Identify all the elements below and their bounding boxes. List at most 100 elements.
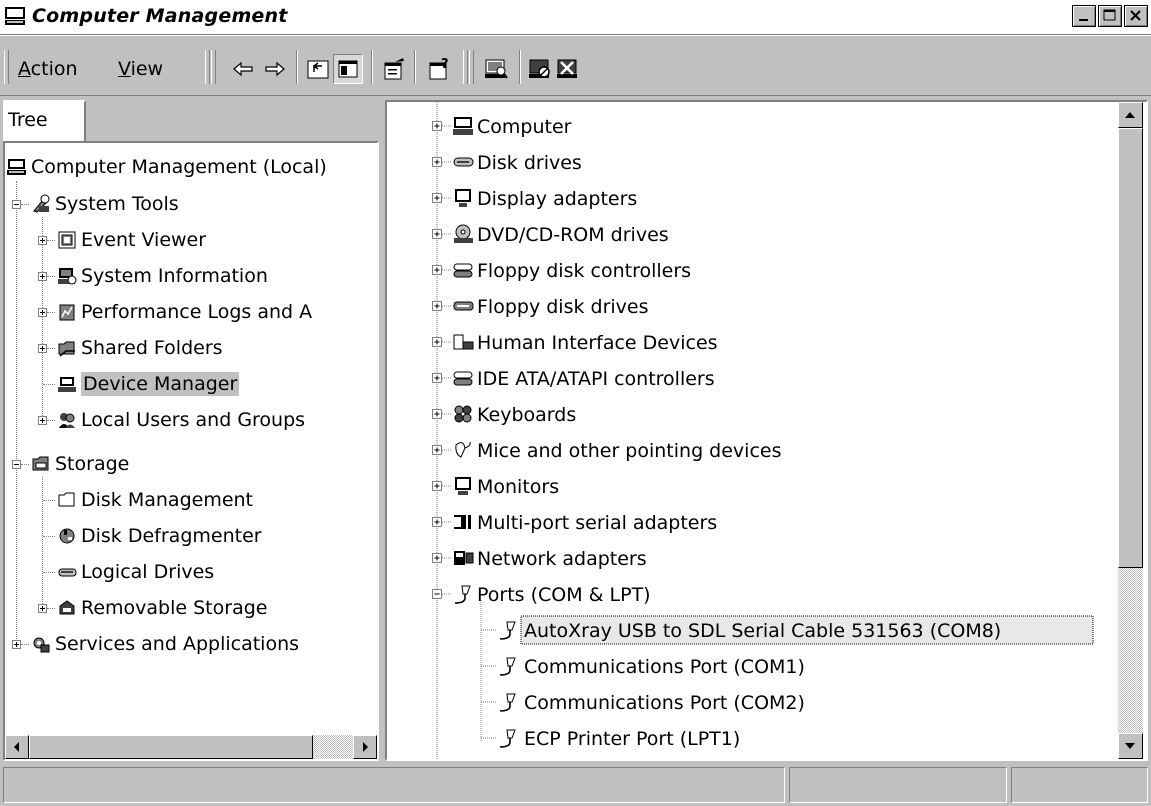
tree-node-label: Disk Defragmenter bbox=[81, 525, 262, 547]
device-row[interactable]: ECP Printer Port (LPT1) bbox=[481, 728, 740, 750]
device-label: DVD/CD-ROM drives bbox=[477, 224, 669, 246]
tree-connector bbox=[21, 204, 29, 206]
tree-horizontal-scrollbar[interactable] bbox=[5, 735, 377, 759]
device-vertical-scrollbar[interactable] bbox=[1118, 102, 1143, 759]
expand-button[interactable] bbox=[38, 272, 47, 281]
computer-icon bbox=[7, 159, 26, 175]
device-label: Communications Port (COM2) bbox=[524, 692, 805, 714]
help-icon[interactable]: ? bbox=[426, 56, 452, 82]
forward-arrow-icon[interactable] bbox=[262, 56, 288, 82]
device-row[interactable]: Display adapters bbox=[432, 188, 638, 210]
horizontal-scroll-thumb[interactable] bbox=[29, 735, 313, 759]
device-label: Disk drives bbox=[477, 152, 582, 174]
tree-pane[interactable]: Computer Management (Local) System Tools… bbox=[3, 141, 379, 761]
disable-device-icon[interactable] bbox=[527, 56, 553, 82]
device-label: Floppy disk drives bbox=[477, 296, 649, 318]
expand-button[interactable] bbox=[38, 344, 47, 353]
uninstall-device-icon[interactable] bbox=[555, 56, 581, 82]
expand-button[interactable] bbox=[38, 236, 47, 245]
tree-connector bbox=[43, 536, 55, 538]
expand-button[interactable] bbox=[38, 604, 47, 613]
device-row[interactable]: Computer bbox=[432, 116, 572, 138]
collapse-button[interactable] bbox=[12, 460, 21, 469]
tree-node-label: Performance Logs and A bbox=[81, 301, 313, 323]
expand-button[interactable] bbox=[12, 640, 21, 649]
show-hide-tree-button[interactable] bbox=[333, 54, 363, 84]
device-row[interactable]: Ports (COM & LPT) bbox=[432, 584, 651, 606]
device-row[interactable]: Floppy disk controllers bbox=[432, 260, 692, 282]
device-row[interactable]: Keyboards bbox=[432, 404, 577, 426]
title-bar[interactable]: Computer Management bbox=[0, 0, 1151, 35]
maximize-button[interactable] bbox=[1098, 5, 1122, 27]
device-row[interactable]: Floppy disk drives bbox=[432, 296, 649, 318]
device-tree[interactable]: Computer Disk drives Display adapters DVD/C… bbox=[387, 102, 1117, 759]
expand-button[interactable] bbox=[38, 416, 47, 425]
menu-view-mnemonic: V bbox=[118, 58, 131, 80]
port-icon bbox=[499, 621, 516, 640]
tree-node-label: System Tools bbox=[55, 193, 179, 215]
device-row[interactable]: Monitors bbox=[432, 476, 560, 498]
tab-tree[interactable]: Tree bbox=[3, 100, 86, 142]
vertical-scroll-thumb[interactable] bbox=[1118, 128, 1143, 568]
tree-connector bbox=[21, 644, 29, 646]
toolbar-separator-3 bbox=[414, 50, 416, 84]
device-row[interactable]: DVD/CD-ROM drives bbox=[432, 224, 669, 246]
scan-hardware-icon[interactable] bbox=[483, 56, 509, 82]
device-label: Communications Port (COM1) bbox=[524, 656, 805, 678]
scroll-down-button[interactable] bbox=[1118, 733, 1143, 759]
toolbar-grip-3[interactable] bbox=[463, 50, 468, 84]
device-row[interactable]: Multi-port serial adapters bbox=[432, 512, 718, 534]
device-list-pane[interactable]: Computer Disk drives Display adapters DVD/C… bbox=[385, 100, 1148, 761]
collapse-button[interactable] bbox=[12, 200, 21, 209]
tree-connector bbox=[43, 384, 55, 386]
tree-connector bbox=[42, 477, 44, 612]
keyboard-icon bbox=[454, 405, 472, 423]
scroll-right-button[interactable] bbox=[353, 735, 377, 759]
device-row[interactable]: Communications Port (COM2) bbox=[481, 692, 805, 714]
scroll-left-button[interactable] bbox=[5, 735, 29, 759]
device-label: Ports (COM & LPT) bbox=[477, 584, 651, 606]
device-row[interactable]: Human Interface Devices bbox=[432, 332, 718, 354]
menu-view[interactable]: View bbox=[118, 58, 163, 80]
menu-action[interactable]: Action bbox=[18, 58, 78, 80]
menu-action-label: ction bbox=[30, 58, 78, 80]
tree-node-label: Event Viewer bbox=[81, 229, 207, 251]
window-title: Computer Management bbox=[32, 5, 288, 27]
port-icon bbox=[499, 657, 516, 676]
display-icon bbox=[455, 189, 471, 207]
device-row[interactable]: Communications Port (COM1) bbox=[481, 656, 805, 678]
tree-connector bbox=[47, 312, 55, 314]
toolbar-separator-2 bbox=[371, 50, 373, 84]
show-hide-tree-icon bbox=[338, 60, 358, 78]
tree-node-label: Device Manager bbox=[81, 372, 240, 396]
computer-management-window: Computer Management Action View ? Tree C… bbox=[0, 0, 1151, 806]
tree-node-label: Disk Management bbox=[81, 489, 254, 511]
users-icon bbox=[59, 413, 75, 428]
scroll-up-button[interactable] bbox=[1118, 102, 1143, 128]
device-row[interactable]: Network adapters bbox=[432, 548, 647, 570]
device-row[interactable]: Disk drives bbox=[432, 152, 582, 174]
menu-grip[interactable] bbox=[4, 50, 9, 84]
up-one-level-icon[interactable] bbox=[305, 56, 331, 82]
expand-button[interactable] bbox=[38, 308, 47, 317]
cdrom-icon bbox=[454, 224, 473, 243]
status-cell-3 bbox=[1011, 767, 1148, 803]
back-arrow-icon[interactable] bbox=[230, 56, 256, 82]
properties-icon[interactable] bbox=[381, 56, 407, 82]
toolbar-separator bbox=[296, 50, 298, 84]
port-icon bbox=[499, 693, 516, 712]
tree-connector bbox=[47, 240, 55, 242]
device-row[interactable]: AutoXray USB to SDL Serial Cable 531563 … bbox=[481, 615, 1094, 645]
tree-node-label: Logical Drives bbox=[81, 561, 215, 583]
device-row[interactable]: IDE ATA/ATAPI controllers bbox=[432, 368, 715, 390]
close-button[interactable] bbox=[1124, 5, 1148, 27]
tree-node-label: Removable Storage bbox=[81, 597, 268, 619]
device-label: AutoXray USB to SDL Serial Cable 531563 … bbox=[524, 620, 1001, 642]
device-row[interactable]: Mice and other pointing devices bbox=[432, 440, 782, 462]
floppy-icon bbox=[453, 301, 474, 311]
minimize-button[interactable] bbox=[1072, 5, 1096, 27]
toolbar-grip[interactable] bbox=[205, 50, 210, 84]
tree-connector bbox=[43, 572, 55, 574]
tree-connector bbox=[47, 276, 55, 278]
removable-storage-icon bbox=[59, 600, 75, 615]
